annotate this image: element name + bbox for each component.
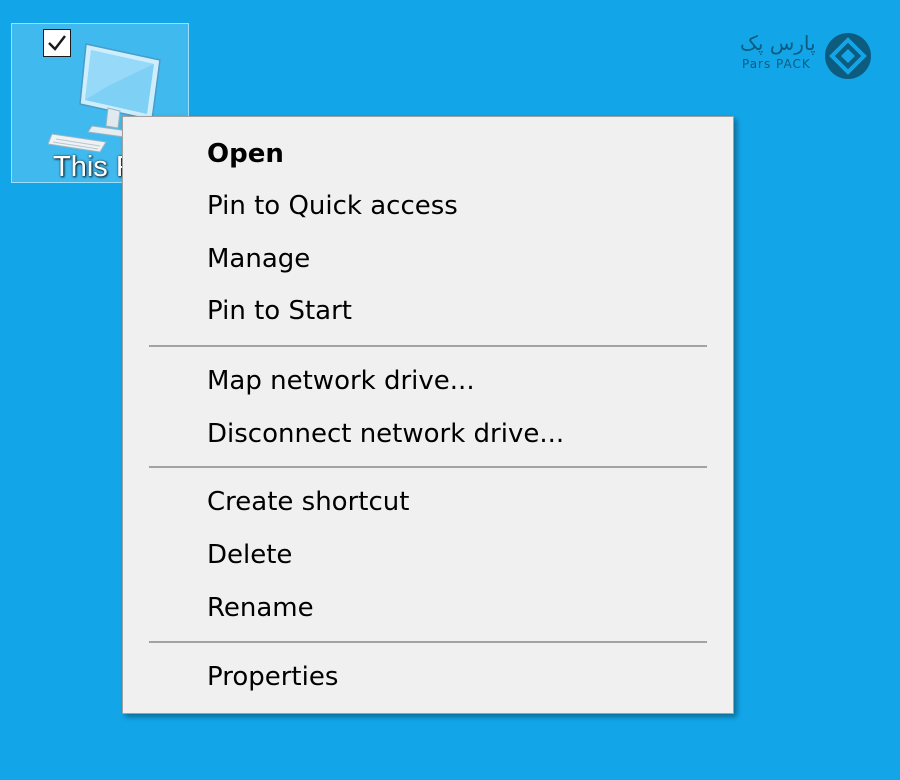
- menu-separator: [149, 641, 707, 643]
- menu-item-delete[interactable]: Delete: [123, 533, 733, 577]
- menu-separator: [149, 466, 707, 468]
- desktop-background[interactable]: This PC پارس پک Pars PACK Open Pin to Qu…: [0, 0, 900, 780]
- menu-item-open[interactable]: Open: [123, 132, 733, 176]
- menu-item-map-network-drive[interactable]: Map network drive...: [123, 359, 733, 403]
- menu-item-properties[interactable]: Properties: [123, 655, 733, 699]
- menu-item-create-shortcut[interactable]: Create shortcut: [123, 480, 733, 524]
- parspack-logo: پارس پک Pars PACK: [738, 31, 874, 83]
- logo-persian-text: پارس پک: [740, 31, 816, 55]
- menu-item-disconnect-network-drive[interactable]: Disconnect network drive...: [123, 412, 733, 456]
- menu-item-pin-quick-access[interactable]: Pin to Quick access: [123, 184, 733, 228]
- menu-item-rename[interactable]: Rename: [123, 586, 733, 630]
- context-menu: Open Pin to Quick access Manage Pin to S…: [122, 116, 734, 714]
- logo-latin-text: Pars PACK: [742, 57, 811, 71]
- menu-item-pin-start[interactable]: Pin to Start: [123, 289, 733, 333]
- menu-separator: [149, 345, 707, 347]
- menu-item-manage[interactable]: Manage: [123, 237, 733, 281]
- parspack-logo-icon: [825, 33, 871, 79]
